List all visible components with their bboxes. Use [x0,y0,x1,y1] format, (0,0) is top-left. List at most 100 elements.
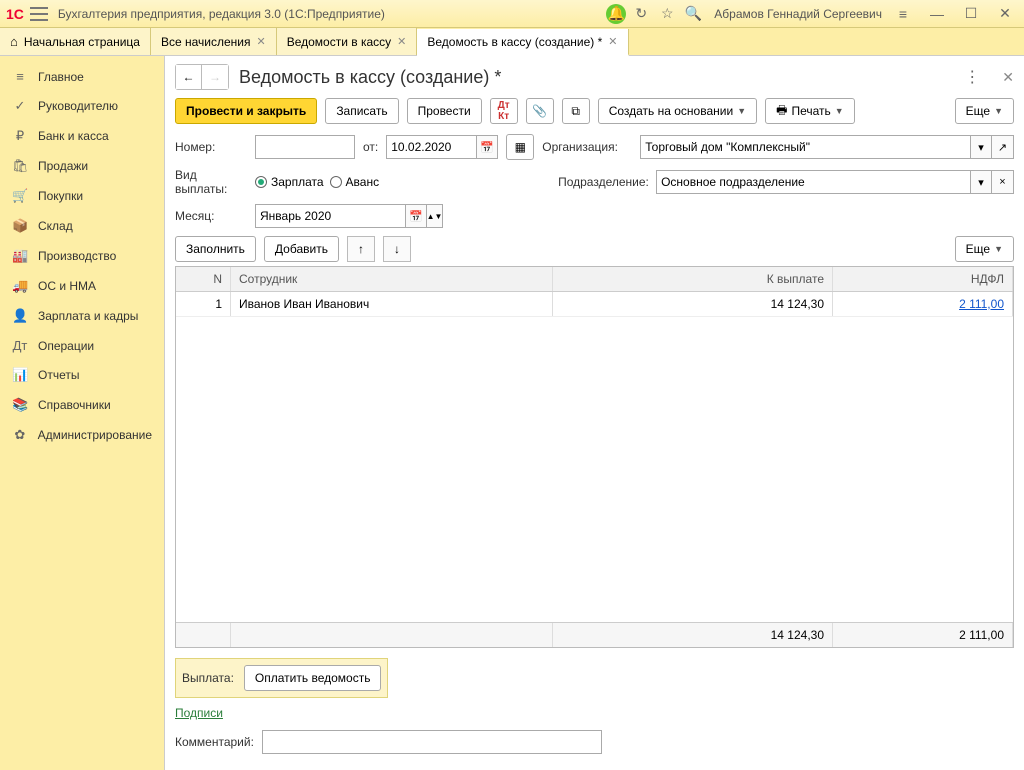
bell-icon[interactable]: 🔔 [606,4,626,24]
forward-button[interactable]: → [202,65,228,89]
details-button[interactable]: ▦ [506,134,534,160]
sidebar-item-warehouse[interactable]: 📦Склад [0,211,164,241]
sidebar-item-sales[interactable]: 🛍Продажи [0,151,164,181]
tab-sheets-to-cash[interactable]: Ведомости в кассу ✕ [277,28,418,55]
number-label: Номер: [175,140,247,154]
org-input[interactable] [640,135,970,159]
sidebar: ≡Главное ✓Руководителю ₽Банк и касса 🛍Пр… [0,56,165,770]
signatures-link[interactable]: Подписи [175,706,223,720]
tab-label: Ведомость в кассу (создание) * [427,35,602,49]
move-up-button[interactable]: ↑ [347,236,375,262]
nav-history: ← → [175,64,229,90]
pay-sheet-button[interactable]: Оплатить ведомость [244,665,382,691]
factory-icon: 🏭 [12,248,28,264]
tax-link[interactable]: 2 111,00 [959,297,1004,311]
spinner-icon[interactable]: ▲▼ [427,204,443,228]
create-based-button[interactable]: Создать на основании▼ [598,98,757,124]
window-controls: — ☐ ✕ [924,3,1018,25]
calendar-icon[interactable]: 📅 [476,135,498,159]
close-icon[interactable]: ✕ [608,35,617,48]
kebab-icon[interactable]: ⋮ [964,67,980,87]
month-label: Месяц: [175,209,247,223]
print-button[interactable]: 🖶Печать▼ [765,98,855,124]
radio-icon [255,176,267,188]
star-icon[interactable]: ☆ [656,3,678,25]
page-title: Ведомость в кассу (создание) * [239,67,501,88]
minimize-icon[interactable]: — [926,3,948,25]
org-label: Организация: [542,140,632,154]
sidebar-item-admin[interactable]: ✿ Администрирование [0,420,164,450]
dept-input[interactable] [656,170,970,194]
th-tax[interactable]: НДФЛ [833,267,1013,291]
close-icon[interactable]: ✕ [397,35,406,48]
move-down-button[interactable]: ↓ [383,236,411,262]
dtkt-button[interactable]: ДтКт [490,98,518,124]
tab-all-accruals[interactable]: Все начисления ✕ [151,28,277,55]
tab-home[interactable]: ⌂ Начальная страница [0,28,151,55]
sidebar-item-catalogs[interactable]: 📚Справочники [0,390,164,420]
radio-advance[interactable]: Аванс [330,175,380,189]
radio-salary[interactable]: Зарплата [255,175,324,189]
close-icon[interactable]: ✕ [256,35,265,48]
books-icon: 📚 [12,397,28,413]
sidebar-item-production[interactable]: 🏭Производство [0,241,164,271]
history-icon[interactable]: ↻ [630,3,652,25]
gear-icon: ✿ [12,427,28,443]
post-button[interactable]: Провести [407,98,482,124]
tab-sheet-create[interactable]: Ведомость в кассу (создание) * ✕ [417,29,628,56]
th-employee[interactable]: Сотрудник [231,267,553,291]
search-icon[interactable]: 🔍 [682,3,704,25]
sidebar-item-purchases[interactable]: 🛒Покупки [0,181,164,211]
sidebar-item-main[interactable]: ≡Главное [0,62,164,91]
attach-button[interactable]: 📎 [526,98,554,124]
sidebar-item-payroll[interactable]: 👤Зарплата и кадры [0,301,164,331]
month-input[interactable] [255,204,405,228]
sidebar-item-bank[interactable]: ₽Банк и касса [0,121,164,151]
main-toolbar: Провести и закрыть Записать Провести ДтК… [175,98,1014,124]
number-input[interactable] [255,135,355,159]
settings-lines-icon[interactable]: ≡ [892,3,914,25]
comment-input[interactable] [262,730,602,754]
sidebar-item-manager[interactable]: ✓Руководителю [0,91,164,121]
total-tax: 2 111,00 [833,623,1013,647]
save-button[interactable]: Записать [325,98,398,124]
table-body[interactable]: 1 Иванов Иван Иванович 14 124,30 2 111,0… [176,292,1013,622]
table-more-button[interactable]: Еще▼ [955,236,1014,262]
sidebar-item-reports[interactable]: 📊 Отчеты [0,360,164,390]
main-menu-icon[interactable] [30,7,48,21]
th-topay[interactable]: К выплате [553,267,833,291]
maximize-icon[interactable]: ☐ [960,3,982,25]
comment-label: Комментарий: [175,735,254,749]
dropdown-icon[interactable]: ▾ [970,170,992,194]
fill-button[interactable]: Заполнить [175,236,256,262]
related-button[interactable]: ⧉ [562,98,590,124]
date-input[interactable] [386,135,476,159]
dropdown-icon[interactable]: ▾ [970,135,992,159]
open-icon[interactable]: ↗ [992,135,1014,159]
titlebar: 1C Бухгалтерия предприятия, редакция 3.0… [0,0,1024,28]
tab-label: Все начисления [161,35,251,49]
box-icon: 📦 [12,218,28,234]
person-icon: 👤 [12,308,28,324]
add-button[interactable]: Добавить [264,236,339,262]
sidebar-item-label: Администрирование [38,428,152,442]
date-label: от: [363,140,378,154]
month-field: 📅 ▲▼ [255,204,443,228]
bars-icon: 📊 [12,367,28,383]
calendar-icon[interactable]: 📅 [405,204,427,228]
th-n[interactable]: N [176,267,231,291]
table-row[interactable]: 1 Иванов Иван Иванович 14 124,30 2 111,0… [176,292,1013,317]
org-field: ▾ ↗ [640,135,1014,159]
close-window-icon[interactable]: ✕ [994,3,1016,25]
sidebar-item-operations[interactable]: ДтОперации [0,331,164,360]
username[interactable]: Абрамов Геннадий Сергеевич [714,7,882,21]
sidebar-item-label: Отчеты [38,368,79,382]
paytype-label: Вид выплаты: [175,168,247,196]
back-button[interactable]: ← [176,65,202,89]
sidebar-item-label: Руководителю [38,99,118,113]
clear-icon[interactable]: × [992,170,1014,194]
more-button[interactable]: Еще▼ [955,98,1014,124]
post-and-close-button[interactable]: Провести и закрыть [175,98,317,124]
close-content-icon[interactable]: ✕ [1002,69,1014,86]
sidebar-item-assets[interactable]: 🚚ОС и НМА [0,271,164,301]
